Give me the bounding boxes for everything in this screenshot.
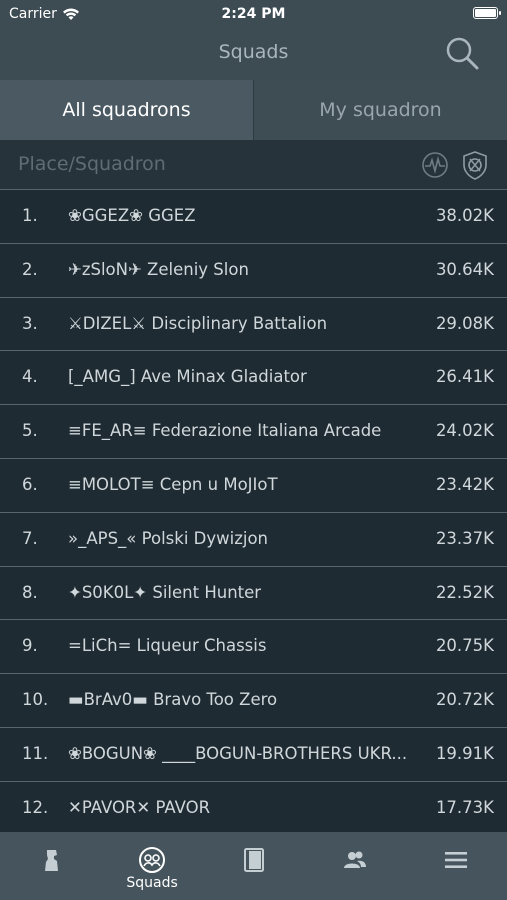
segment-tabs: All squadrons My squadron xyxy=(0,80,507,140)
rank-label: 1. xyxy=(22,206,38,225)
list-item[interactable]: 9. =LiCh= Liqueur Chassis 20.75K xyxy=(0,620,507,675)
tab-squads-label: Squads xyxy=(126,875,178,891)
list-item[interactable]: 3. ⚔DIZEL⚔ Disciplinary Battalion 29.08K xyxy=(0,297,507,352)
squadron-name: ❀GGEZ❀ GGEZ xyxy=(68,206,196,225)
rank-label: 10. xyxy=(22,690,49,710)
squadron-name: ✕PAVOR✕ PAVOR xyxy=(68,797,211,817)
squadron-list: 1. ❀GGEZ❀ GGEZ 38.02K 2. ✈zSloN✈ Zeleniy… xyxy=(0,190,507,832)
list-item[interactable]: 12. ✕PAVOR✕ PAVOR 17.73K xyxy=(0,781,507,832)
list-item[interactable]: 8. ✦S0K0L✦ Silent Hunter 22.52K xyxy=(0,566,507,621)
list-item[interactable]: 11. ❀BOGUN❀ ____BOGUN-BROTHERS UKR... 19… xyxy=(0,727,507,782)
book-icon xyxy=(243,848,264,872)
activity-icon[interactable] xyxy=(421,151,449,179)
bottom-tab-bar: Squads xyxy=(0,832,507,900)
navigation-bar: Squads xyxy=(0,28,507,80)
squadron-name: =LiCh= Liqueur Chassis xyxy=(68,636,267,656)
squadron-score: 22.52K xyxy=(435,582,494,602)
rank-label: 2. xyxy=(22,259,38,279)
clock: 2:24 PM xyxy=(221,6,286,22)
tab-my-squadron[interactable]: My squadron xyxy=(253,80,507,140)
squadron-score: 23.37K xyxy=(435,528,494,548)
squadron-score: 24.02K xyxy=(435,421,494,441)
tab-menu[interactable] xyxy=(406,832,507,900)
squadron-score: 29.08K xyxy=(435,313,494,333)
tab-friends[interactable] xyxy=(304,832,405,900)
rank-label: 12. xyxy=(22,797,49,817)
squadron-score: 20.75K xyxy=(435,636,494,656)
list-header: Place/Squadron xyxy=(0,140,507,190)
rank-label: 6. xyxy=(22,474,38,494)
squadron-name: »_APS_« Polski Dywizjon xyxy=(68,528,269,548)
squadron-score: 30.64K xyxy=(435,259,494,279)
friends-icon xyxy=(343,851,366,868)
place-squadron-header: Place/Squadron xyxy=(18,153,166,175)
list-item[interactable]: 10. ▬BrAv0▬ Bravo Too Zero 20.72K xyxy=(0,674,507,728)
rank-label: 3. xyxy=(22,313,38,333)
squadron-score: 20.72K xyxy=(435,690,494,710)
squadron-name: ✦S0K0L✦ Silent Hunter xyxy=(68,582,262,602)
soldier-icon xyxy=(44,850,58,871)
squadron-name: ⚔DIZEL⚔ Disciplinary Battalion xyxy=(68,313,328,333)
search-icon[interactable] xyxy=(443,34,483,74)
squadron-score: 38.02K xyxy=(435,206,494,225)
squadron-name: ≡MOLOT≡ Cepn u MoJIoT xyxy=(68,474,278,494)
list-item[interactable]: 5. ≡FE_AR≡ Federazione Italiana Arcade 2… xyxy=(0,405,507,459)
tab-all-squadrons[interactable]: All squadrons xyxy=(0,80,253,140)
list-item[interactable]: 1. ❀GGEZ❀ GGEZ 38.02K xyxy=(0,190,507,244)
rank-label: 8. xyxy=(22,582,38,602)
list-item[interactable]: 4. [_AMG_] Ave Minax Gladiator 26.41K xyxy=(0,351,507,406)
squadron-score: 17.73K xyxy=(435,797,494,817)
status-bar: Carrier 2:24 PM xyxy=(0,0,507,28)
list-item[interactable]: 2. ✈zSloN✈ Zeleniy Slon 30.64K xyxy=(0,243,507,298)
squads-icon xyxy=(139,847,166,873)
tab-profile[interactable] xyxy=(0,832,101,900)
menu-icon xyxy=(445,852,468,868)
squadron-score: 19.91K xyxy=(435,743,494,763)
rank-label: 7. xyxy=(22,528,38,548)
tab-encyclopedia[interactable] xyxy=(203,832,304,900)
rank-label: 5. xyxy=(22,421,38,441)
rank-label: 11. xyxy=(22,743,49,763)
page-title: Squads xyxy=(218,41,289,63)
rank-label: 9. xyxy=(22,636,38,656)
squadron-name: [_AMG_] Ave Minax Gladiator xyxy=(68,367,307,387)
list-item[interactable]: 7. »_APS_« Polski Dywizjon 23.37K xyxy=(0,512,507,567)
squadron-name: ❀BOGUN❀ ____BOGUN-BROTHERS UKR... xyxy=(68,743,408,763)
rank-label: 4. xyxy=(22,367,38,387)
squadron-rating-icon[interactable] xyxy=(461,150,489,180)
squadron-score: 23.42K xyxy=(435,474,494,494)
squadron-name: ✈zSloN✈ Zeleniy Slon xyxy=(68,259,249,279)
squadron-score: 26.41K xyxy=(435,367,494,387)
list-item[interactable]: 6. ≡MOLOT≡ Cepn u MoJIoT 23.42K xyxy=(0,458,507,513)
squadron-name: ▬BrAv0▬ Bravo Too Zero xyxy=(68,690,278,710)
squadron-name: ≡FE_AR≡ Federazione Italiana Arcade xyxy=(68,421,382,441)
tab-squads[interactable]: Squads xyxy=(101,832,202,900)
battery-icon xyxy=(473,7,501,19)
